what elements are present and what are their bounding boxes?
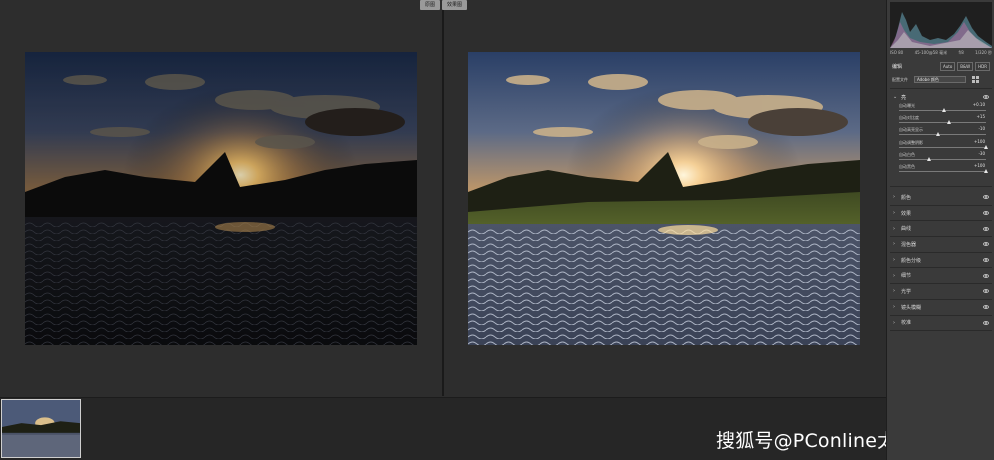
- slider-label: 自动白色: [899, 151, 915, 157]
- slider-value[interactable]: +15: [977, 114, 985, 119]
- section-label: 校准: [901, 320, 912, 327]
- slider-label: 自动调整阴影: [899, 139, 923, 145]
- before-photo: [25, 52, 417, 345]
- eye-icon[interactable]: [983, 95, 989, 99]
- focal-value: 45-100@58 毫米: [914, 50, 948, 55]
- before-label[interactable]: 原图: [420, 0, 441, 10]
- iso-value: ISO 80: [890, 50, 904, 55]
- profile-row: 配置文件 Adobe 颜色: [892, 76, 990, 83]
- section-item[interactable]: › 光学: [890, 284, 992, 300]
- slider-track[interactable]: [899, 132, 986, 137]
- chevron-right-icon: ›: [893, 241, 895, 248]
- slider-row: 自动调整阴影 +100: [890, 139, 992, 151]
- light-section-title: 亮: [901, 94, 907, 101]
- eye-icon[interactable]: [983, 305, 989, 310]
- chevron-right-icon: ›: [893, 288, 895, 295]
- eye-icon[interactable]: [983, 226, 989, 231]
- eye-icon[interactable]: [983, 195, 989, 200]
- slider-track[interactable]: [899, 168, 988, 173]
- divider: [890, 88, 992, 89]
- edit-title: 编辑: [892, 64, 903, 70]
- compare-toggle-bar: 原图 效果图: [420, 0, 468, 10]
- divider: [890, 186, 992, 187]
- chevron-right-icon: ›: [893, 194, 895, 201]
- section-label: 光学: [901, 288, 912, 295]
- section-label: 效果: [901, 210, 912, 217]
- eye-icon[interactable]: [983, 289, 989, 294]
- slider-track[interactable]: [899, 120, 986, 125]
- slider-thumb[interactable]: [927, 156, 932, 161]
- slider-label: 自动高亮显示: [899, 127, 923, 133]
- section-label: 颜色分级: [901, 257, 922, 264]
- after-photo: [468, 52, 860, 345]
- after-label[interactable]: 效果图: [442, 0, 468, 10]
- slider-label: 自动曝光: [899, 103, 915, 108]
- filmstrip-thumbnail[interactable]: [1, 399, 81, 458]
- slider-thumb[interactable]: [984, 168, 988, 173]
- collapsed-sections: › 颜色 › 效果 › 曲线 › 混色器 › 颜色分级 › 细节 › 光学 › 镜头模糊 › 校准: [890, 190, 992, 332]
- section-label: 曲线: [901, 226, 912, 233]
- eye-icon[interactable]: [983, 273, 989, 278]
- bw-button[interactable]: B&W: [957, 62, 974, 71]
- chevron-right-icon: ›: [893, 210, 895, 217]
- section-item[interactable]: › 效果: [890, 206, 992, 222]
- chevron-right-icon: ›: [893, 272, 895, 279]
- hdr-button[interactable]: HDR: [975, 62, 990, 71]
- slider-thumb[interactable]: [984, 144, 988, 149]
- slider-value[interactable]: -10: [978, 126, 985, 131]
- section-label: 混色器: [901, 241, 917, 248]
- eye-icon[interactable]: [983, 242, 989, 247]
- slider-value[interactable]: +100: [974, 163, 985, 168]
- section-item[interactable]: › 曲线: [890, 221, 992, 238]
- eye-icon[interactable]: [983, 258, 989, 263]
- slider-row: 自动对比度 +15: [890, 114, 992, 126]
- histogram: [890, 2, 992, 48]
- section-item[interactable]: › 镜头模糊: [890, 300, 992, 316]
- slider-label: 自动对比度: [899, 115, 919, 121]
- section-label: 细节: [901, 273, 912, 280]
- camera-info: ISO 80 45-100@58 毫米 f/8 1/320 秒: [890, 50, 992, 56]
- slider-thumb[interactable]: [942, 108, 947, 112]
- chevron-right-icon: ›: [893, 304, 895, 311]
- slider-thumb[interactable]: [936, 132, 941, 137]
- section-item[interactable]: › 颜色: [890, 190, 992, 206]
- section-item[interactable]: › 颜色分级: [890, 253, 992, 269]
- light-section: ⌄ 亮 自动曝光 +0.10 自动对比度 +15 自动高亮显示 -10 自动调整阴影 +100…: [890, 92, 992, 175]
- slider-thumb[interactable]: [947, 120, 952, 125]
- auto-button[interactable]: Auto: [940, 62, 956, 71]
- chevron-right-icon: ›: [893, 225, 895, 232]
- slider-row: 自动黑色 +100: [890, 163, 992, 175]
- profile-select[interactable]: Adobe 颜色: [914, 76, 966, 83]
- section-label: 颜色: [901, 194, 912, 201]
- chevron-right-icon: ›: [893, 319, 895, 326]
- edit-header: 编辑 Auto B&W HDR: [892, 62, 990, 71]
- slider-row: 自动曝光 +0.10: [890, 102, 992, 114]
- slider-track[interactable]: [899, 156, 986, 161]
- shutter-value: 1/320 秒: [975, 50, 992, 55]
- grid-icon[interactable]: [972, 76, 979, 83]
- slider-value[interactable]: +100: [974, 139, 985, 144]
- section-label: 镜头模糊: [901, 304, 922, 311]
- section-item[interactable]: › 混色器: [890, 237, 992, 253]
- light-section-header[interactable]: ⌄ 亮: [890, 92, 992, 102]
- slider-row: 自动白色 -30: [890, 151, 992, 163]
- edit-panel: ISO 80 45-100@58 毫米 f/8 1/320 秒 编辑 Auto …: [886, 0, 994, 460]
- chevron-right-icon: ›: [893, 257, 895, 264]
- aperture-value: f/8: [958, 50, 964, 55]
- eye-icon[interactable]: [983, 211, 989, 216]
- slider-track[interactable]: [899, 108, 986, 112]
- section-item[interactable]: › 细节: [890, 268, 992, 285]
- slider-value[interactable]: -30: [978, 151, 985, 156]
- profile-label: 配置文件: [892, 76, 908, 82]
- section-item[interactable]: › 校准: [890, 316, 992, 332]
- compare-divider[interactable]: [442, 10, 444, 396]
- slider-value[interactable]: +0.10: [973, 102, 985, 107]
- eye-icon[interactable]: [983, 320, 989, 325]
- chevron-down-icon: ⌄: [893, 94, 898, 100]
- photo-editor-window: 原图 效果图 搜狐号@PConline太平洋科技 ISO 80 45-100@5…: [0, 0, 994, 460]
- slider-label: 自动黑色: [899, 163, 915, 169]
- slider-row: 自动高亮显示 -10: [890, 126, 992, 138]
- slider-track[interactable]: [899, 144, 988, 149]
